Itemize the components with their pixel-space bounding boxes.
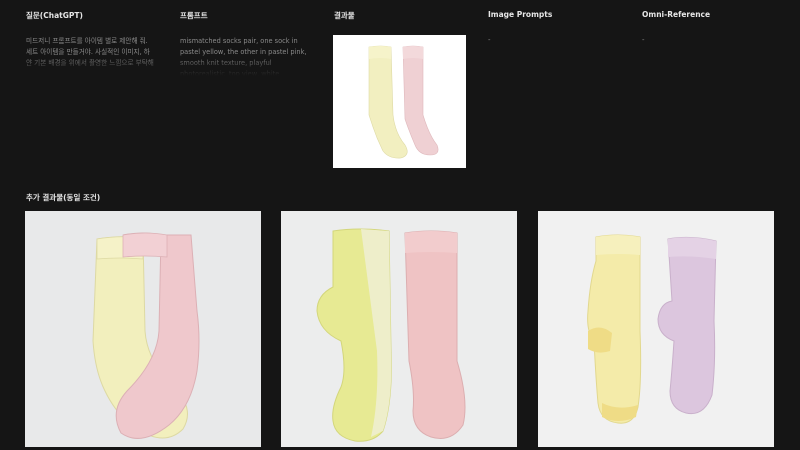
result-image[interactable] xyxy=(333,35,466,168)
column-header-image-prompts: Image Prompts xyxy=(488,10,553,19)
lemon-pink-socks-illustration xyxy=(281,211,517,447)
column-header-question: 질문(ChatGPT) xyxy=(26,11,83,20)
image-prompts-value: - xyxy=(488,36,491,44)
crossed-socks-illustration xyxy=(25,211,261,447)
omni-reference-value: - xyxy=(642,36,645,44)
column-header-prompt: 프롬프트 xyxy=(180,11,208,20)
yellow-lilac-socks-illustration xyxy=(538,211,774,447)
additional-result-image-2[interactable] xyxy=(281,211,517,447)
additional-result-image-3[interactable] xyxy=(538,211,774,447)
prompt-text: mismatched socks pair, one sock in paste… xyxy=(180,37,307,76)
column-header-omni-reference: Omni-Reference xyxy=(642,10,711,19)
socks-pair-illustration xyxy=(333,35,466,168)
additional-results-label: 추가 결과물(동일 조건) xyxy=(26,193,101,202)
question-text: 미드저니 프롬프트를 아이템 별로 제안해 줘. 세트 아이템을 만들거야. 사… xyxy=(26,37,154,67)
column-header-result: 결과물 xyxy=(334,11,355,20)
additional-result-image-1[interactable] xyxy=(25,211,261,447)
